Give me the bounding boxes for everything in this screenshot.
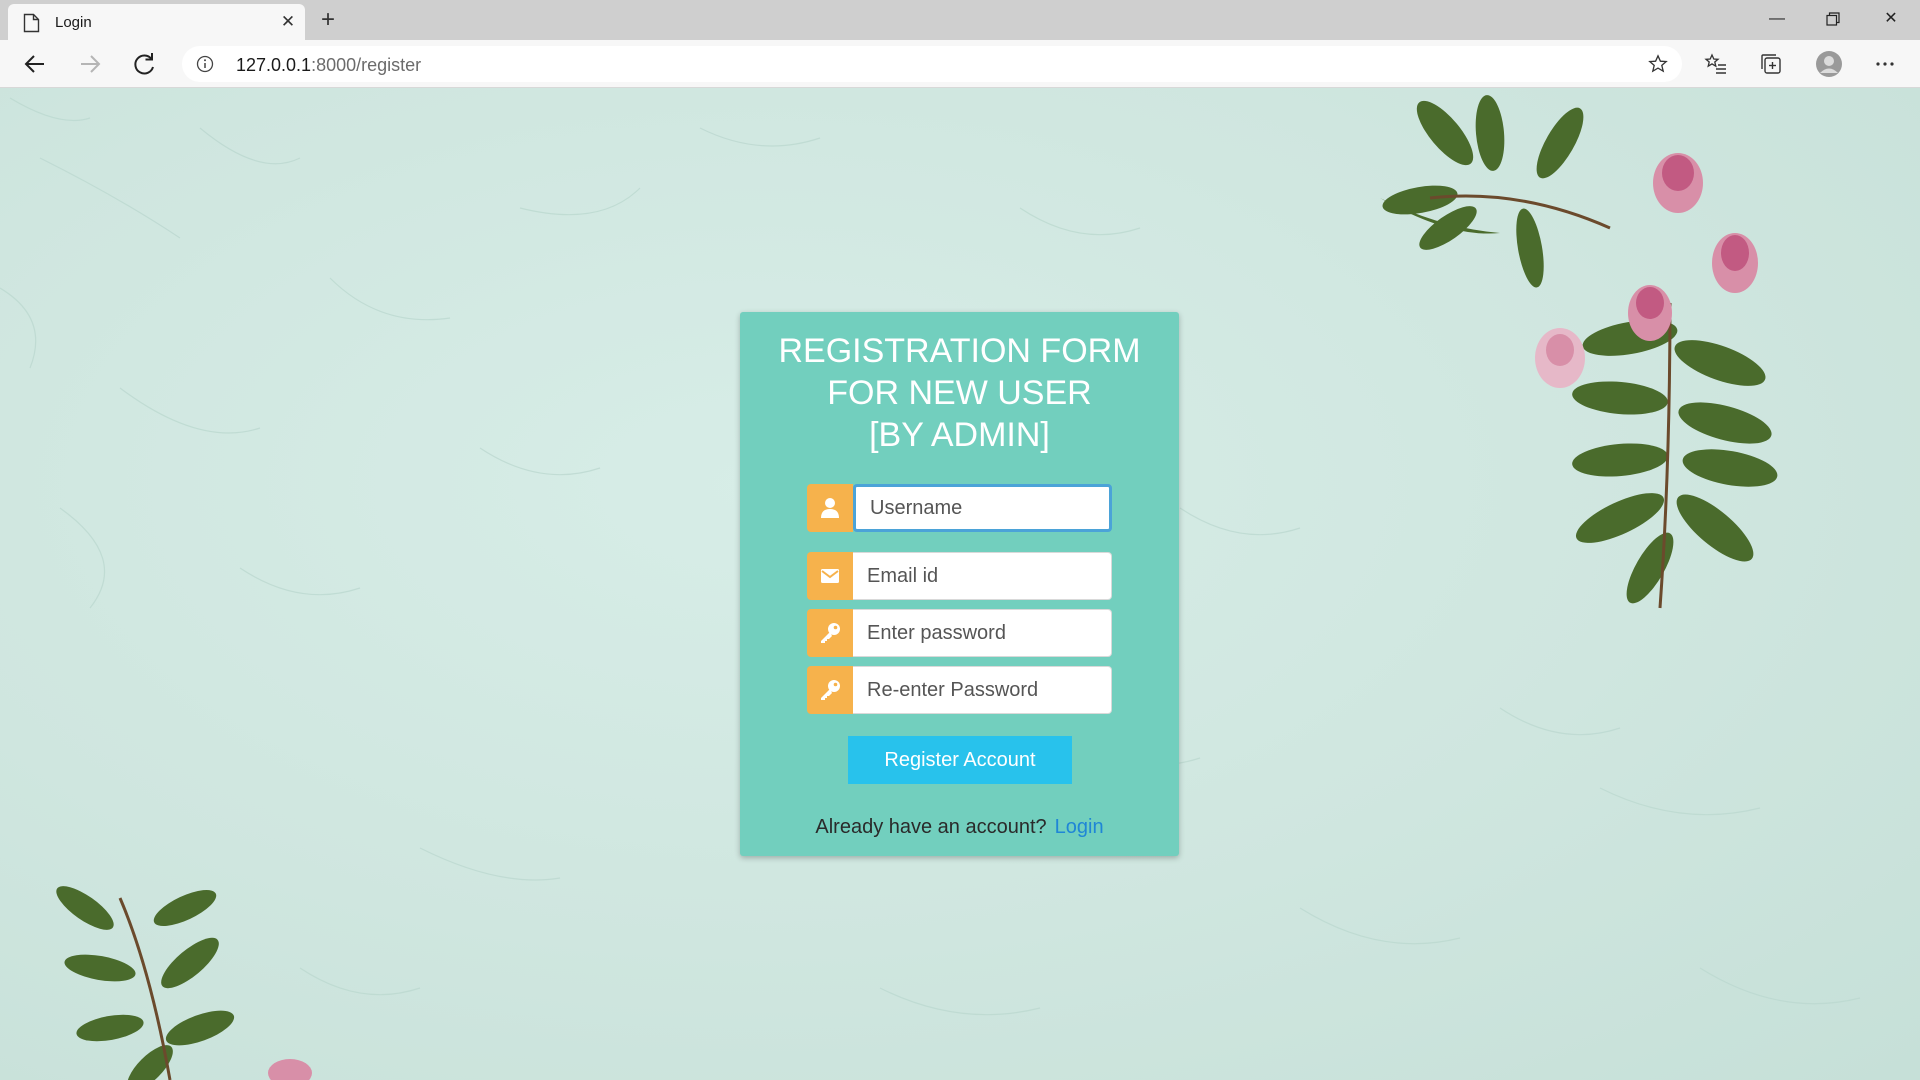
close-icon[interactable]: ✕ bbox=[279, 13, 297, 31]
forward-icon[interactable] bbox=[73, 48, 107, 80]
email-input[interactable] bbox=[853, 552, 1112, 600]
user-icon bbox=[807, 484, 853, 532]
browser-tab[interactable]: Login ✕ bbox=[8, 4, 305, 40]
collections-icon[interactable] bbox=[1759, 52, 1783, 76]
info-icon[interactable] bbox=[196, 55, 214, 73]
url-text[interactable]: 127.0.0.1:8000/register bbox=[236, 55, 421, 76]
envelope-icon bbox=[807, 552, 853, 600]
page-icon bbox=[23, 13, 40, 33]
registration-card: REGISTRATION FORM FOR NEW USER [BY ADMIN… bbox=[740, 312, 1179, 856]
repassword-field bbox=[807, 666, 1112, 714]
form-title-line3: [BY ADMIN] bbox=[869, 416, 1050, 454]
form-title-line2: FOR NEW USER bbox=[827, 374, 1092, 412]
minimize-icon[interactable]: — bbox=[1754, 4, 1800, 34]
key-icon bbox=[807, 609, 853, 657]
profile-icon[interactable] bbox=[1815, 50, 1843, 78]
page-background: REGISTRATION FORM FOR NEW USER [BY ADMIN… bbox=[0, 88, 1920, 1080]
register-account-button[interactable]: Register Account bbox=[848, 736, 1072, 784]
url-host: 127.0.0.1 bbox=[236, 55, 312, 75]
browser-tab-bar: Login ✕ + — ✕ bbox=[0, 0, 1920, 40]
star-icon[interactable] bbox=[1648, 54, 1668, 74]
password-field bbox=[807, 609, 1112, 657]
form-title: REGISTRATION FORM FOR NEW USER [BY ADMIN… bbox=[740, 330, 1179, 456]
form-title-line1: REGISTRATION FORM bbox=[778, 332, 1141, 370]
username-input[interactable] bbox=[853, 484, 1112, 532]
email-field bbox=[807, 552, 1112, 600]
address-bar[interactable]: 127.0.0.1:8000/register bbox=[182, 46, 1682, 82]
tab-title: Login bbox=[55, 14, 92, 31]
refresh-icon[interactable] bbox=[128, 48, 162, 80]
login-prompt-text: Already have an account? bbox=[815, 816, 1047, 838]
repassword-input[interactable] bbox=[853, 666, 1112, 714]
plus-icon[interactable]: + bbox=[315, 7, 341, 33]
flower-branch-decoration bbox=[1380, 95, 1778, 609]
url-path: :8000/register bbox=[311, 55, 422, 75]
restore-icon[interactable] bbox=[1810, 4, 1856, 34]
key-icon bbox=[807, 666, 853, 714]
password-input[interactable] bbox=[853, 609, 1112, 657]
back-icon[interactable] bbox=[18, 48, 52, 80]
more-icon[interactable] bbox=[1873, 52, 1897, 76]
flower-branch-decoration-bottom bbox=[56, 886, 312, 1080]
login-prompt: Already have an account? Login bbox=[740, 816, 1179, 839]
username-field bbox=[807, 484, 1112, 532]
window-close-icon[interactable]: ✕ bbox=[1868, 4, 1914, 34]
favorites-icon[interactable] bbox=[1704, 52, 1728, 76]
login-link[interactable]: Login bbox=[1055, 816, 1104, 838]
browser-toolbar: 127.0.0.1:8000/register bbox=[0, 40, 1920, 88]
